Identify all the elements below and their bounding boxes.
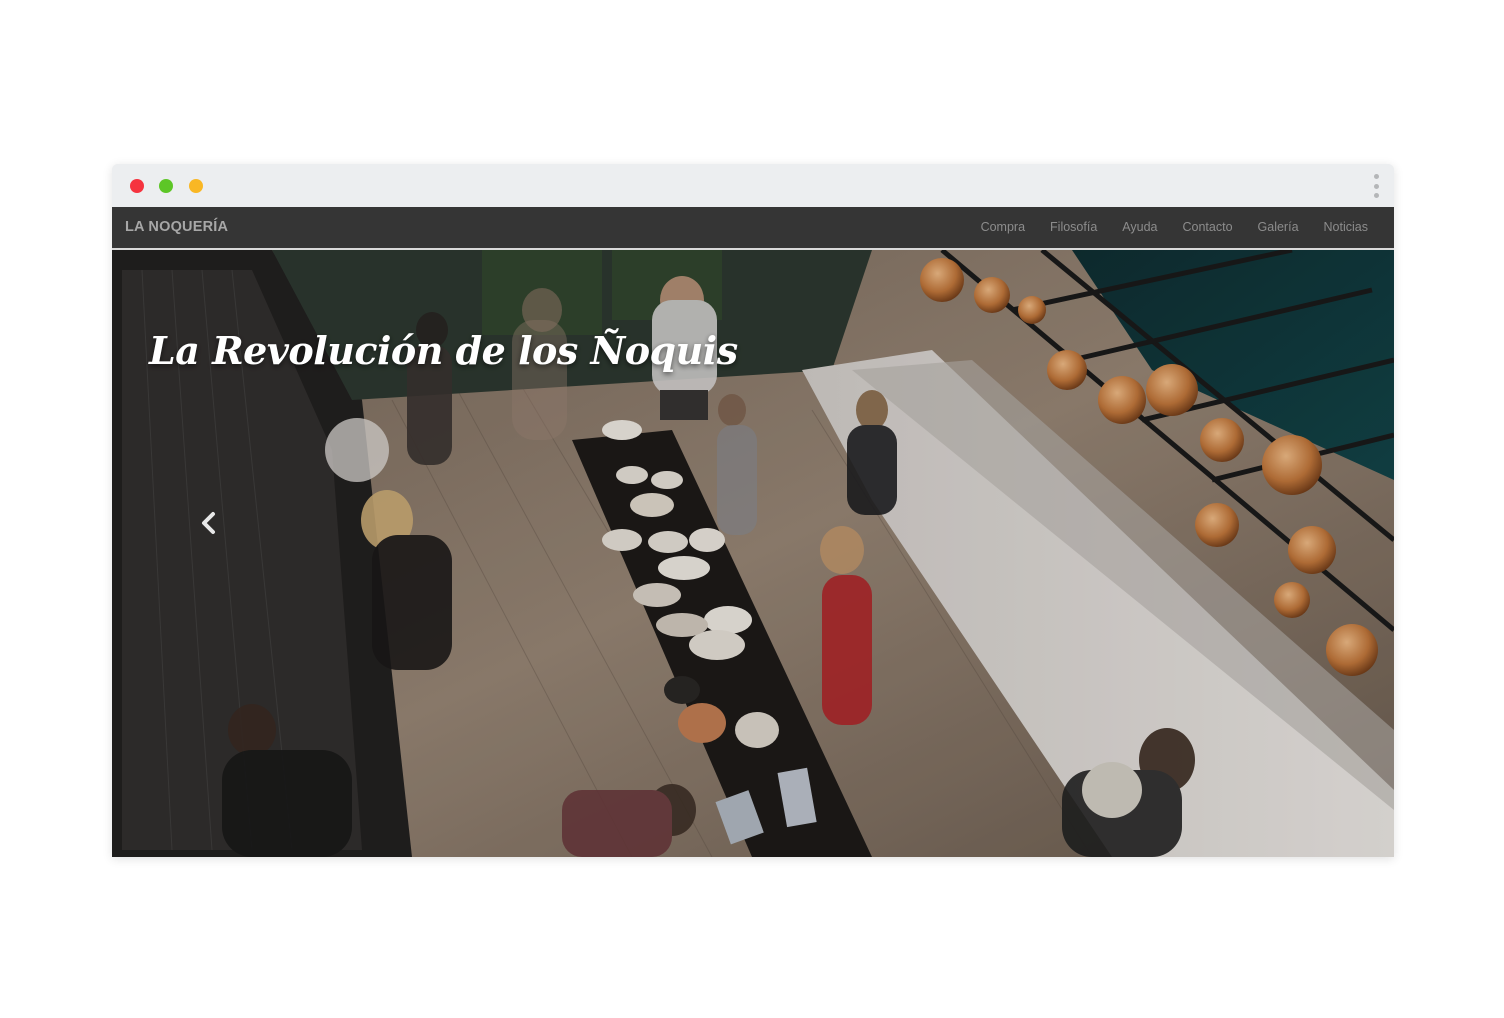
browser-title-bar (112, 164, 1394, 207)
nav-link-ayuda[interactable]: Ayuda (1122, 220, 1157, 234)
nav-link-contacto[interactable]: Contacto (1183, 220, 1233, 234)
site-navbar: LA NOQUERÍA Compra Filosofía Ayuda Conta… (112, 207, 1394, 250)
nav-link-compra[interactable]: Compra (981, 220, 1025, 234)
chevron-left-icon (202, 512, 215, 534)
kebab-menu-icon[interactable] (1372, 174, 1380, 198)
nav-link-noticias[interactable]: Noticias (1324, 220, 1368, 234)
nav-link-galeria[interactable]: Galería (1258, 220, 1299, 234)
nav-links: Compra Filosofía Ayuda Contacto Galería … (981, 220, 1368, 234)
nav-link-filosofia[interactable]: Filosofía (1050, 220, 1097, 234)
close-window-button[interactable] (130, 179, 144, 193)
minimize-window-button[interactable] (159, 179, 173, 193)
hero-title: La Revolución de los Ñoquis (149, 328, 738, 373)
browser-window: LA NOQUERÍA Compra Filosofía Ayuda Conta… (112, 164, 1394, 857)
carousel-prev-button[interactable] (194, 508, 224, 538)
hero-carousel: La Revolución de los Ñoquis (112, 250, 1394, 857)
maximize-window-button[interactable] (189, 179, 203, 193)
brand-logo[interactable]: LA NOQUERÍA (125, 219, 228, 235)
